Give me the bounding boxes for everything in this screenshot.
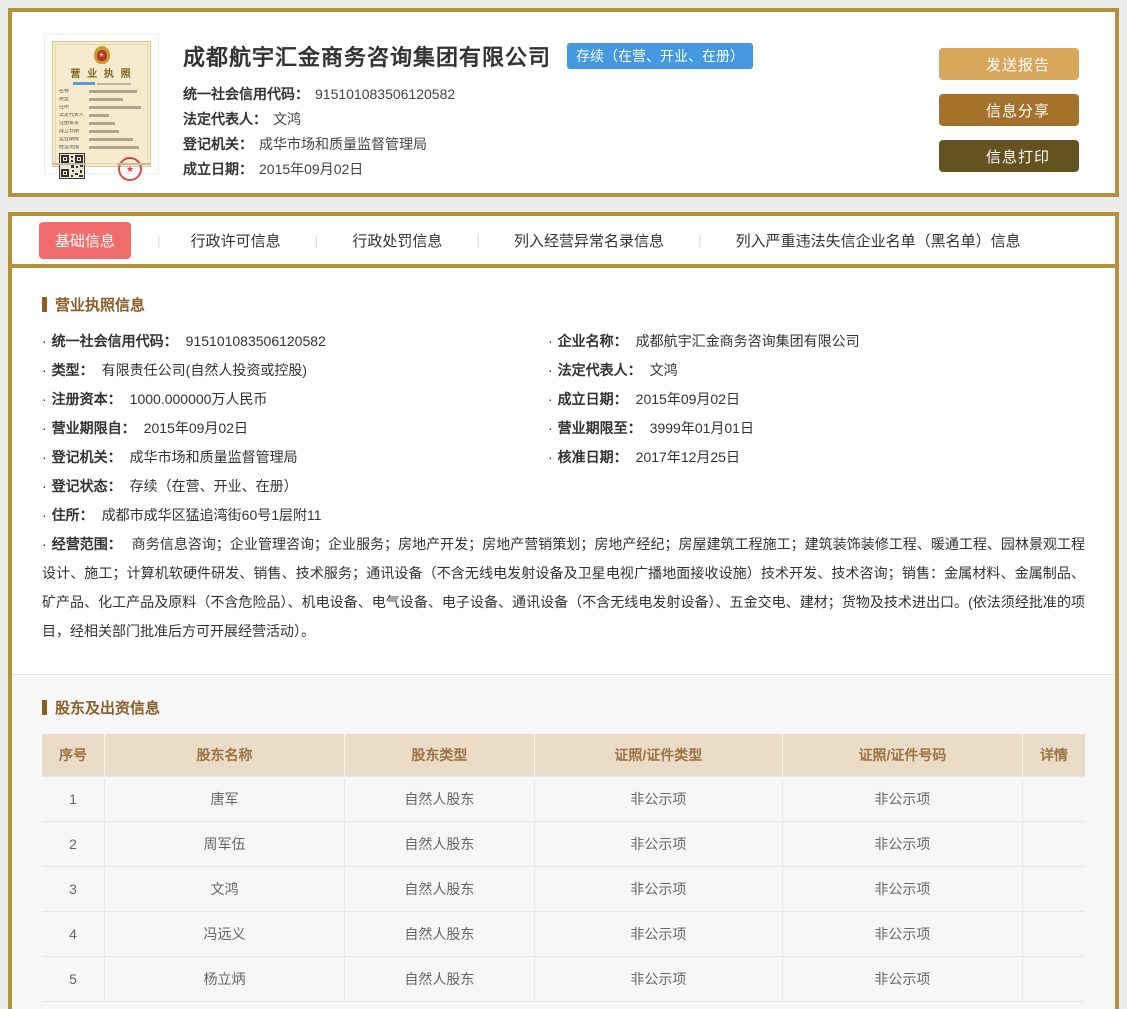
field-credit-code: · 统一社会信用代码： 915101083506120582 bbox=[42, 333, 326, 349]
share-info-button[interactable]: 信息分享 bbox=[939, 94, 1079, 126]
business-license-image: ★ 营 业 执 照 名称 类型 住所 法定代表人 注册资本 成立日期 营业期限 … bbox=[44, 34, 159, 181]
tab-separator: | bbox=[476, 232, 480, 248]
license-title: 营 业 执 照 bbox=[70, 69, 133, 80]
field-registry-authority: · 登记机关： 成华市场和质量监督管理局 bbox=[42, 449, 298, 465]
license-field-rows: 名称 类型 住所 法定代表人 注册资本 成立日期 营业期限 经营范围 bbox=[59, 89, 144, 150]
col-shareholder-type: 股东类型 bbox=[344, 734, 535, 776]
company-credit-page: ★ 营 业 执 照 名称 类型 住所 法定代表人 注册资本 成立日期 营业期限 … bbox=[0, 0, 1127, 1009]
company-header-panel: ★ 营 业 执 照 名称 类型 住所 法定代表人 注册资本 成立日期 营业期限 … bbox=[8, 8, 1119, 197]
shareholders-section: 股东及出资信息 序号 股东名称 股东类型 证照/证件类型 证照/证件号码 详情 bbox=[12, 674, 1115, 1009]
col-shareholder-name: 股东名称 bbox=[104, 734, 345, 776]
table-row: 3 文鸿 自然人股东 非公示项 非公示项 bbox=[42, 865, 1085, 912]
tab-separator: | bbox=[697, 232, 702, 248]
header-field-credit-code: 统一社会信用代码： 915101083506120582 bbox=[183, 86, 456, 102]
field-company-name: · 企业名称： 成都航宇汇金商务咨询集团有限公司 bbox=[548, 333, 860, 349]
tab-admin-license[interactable]: 行政许可信息 bbox=[191, 222, 281, 259]
license-fields-right: · 企业名称： 成都航宇汇金商务咨询集团有限公司 · 法定代表人： 文鸿 · 成立日期： 2… bbox=[548, 327, 1085, 530]
col-cert-number: 证照/证件号码 bbox=[782, 734, 1023, 776]
company-detail-panel: 基础信息 | 行政许可信息 | 行政处罚信息 | 列入经营异常名录信息 | 列入… bbox=[8, 212, 1119, 1009]
tab-abnormal-operations[interactable]: 列入经营异常名录信息 bbox=[514, 222, 664, 259]
tab-bar: 基础信息 | 行政许可信息 | 行政处罚信息 | 列入经营异常名录信息 | 列入… bbox=[12, 216, 1115, 268]
shareholders-section-title: 股东及出资信息 bbox=[42, 697, 1085, 718]
company-summary: 成都航宇汇金商务咨询集团有限公司 存续（在营、开业、在册） 统一社会信用代码： 9… bbox=[183, 34, 754, 177]
field-registered-capital: · 注册资本： 1000.000000万人民币 bbox=[42, 391, 268, 407]
table-row: 2 周军伍 自然人股东 非公示项 非公示项 bbox=[42, 820, 1085, 867]
shareholders-table: 序号 股东名称 股东类型 证照/证件类型 证照/证件号码 详情 1 唐军 自然人股东… bbox=[42, 734, 1085, 1002]
tab-basic-info[interactable]: 基础信息 bbox=[39, 221, 132, 259]
license-subline bbox=[59, 82, 144, 85]
field-term-from: · 营业期限自： 2015年09月02日 bbox=[42, 420, 248, 436]
field-approval-date: · 核准日期： 2017年12月25日 bbox=[548, 449, 740, 465]
section-title-marker bbox=[42, 700, 47, 715]
tab-blacklist[interactable]: 列入严重违法失信企业名单（黑名单）信息 bbox=[736, 222, 1021, 259]
table-header-row: 序号 股东名称 股东类型 证照/证件类型 证照/证件号码 详情 bbox=[42, 734, 1085, 776]
section-title-marker bbox=[42, 297, 47, 312]
send-report-button[interactable]: 发送报告 bbox=[939, 48, 1079, 80]
table-row: 5 杨立炳 自然人股东 非公示项 非公示项 bbox=[42, 955, 1085, 1002]
header-field-registry: 登记机关： 成华市场和质量监督管理局 bbox=[183, 136, 427, 152]
tab-separator: | bbox=[314, 232, 319, 248]
company-name: 成都航宇汇金商务咨询集团有限公司 bbox=[183, 45, 552, 70]
license-info-section: 营业执照信息 · 统一社会信用代码： 915101083506120582 · 类型：… bbox=[12, 268, 1115, 674]
status-badge: 存续（在营、开业、在册） bbox=[567, 43, 754, 69]
field-registration-status: · 登记状态： 存续（在营、开业、在册） bbox=[42, 478, 298, 494]
field-address: · 住所： 成都市成华区猛追湾街60号1层附11 bbox=[42, 507, 322, 523]
field-legal-rep: · 法定代表人： 文鸿 bbox=[548, 362, 678, 378]
qr-code bbox=[59, 153, 85, 179]
field-company-type: · 类型： 有限责任公司(自然人投资或控股) bbox=[42, 362, 307, 378]
action-buttons: 发送报告 信息分享 信息打印 bbox=[939, 48, 1079, 172]
table-row: 1 唐军 自然人股东 非公示项 非公示项 bbox=[42, 775, 1085, 822]
col-index: 序号 bbox=[42, 734, 106, 776]
table-row: 4 冯远义 自然人股东 非公示项 非公示项 bbox=[42, 910, 1085, 957]
field-founded-date: · 成立日期： 2015年09月02日 bbox=[548, 391, 740, 407]
business-license-certificate: ★ 营 业 执 照 名称 类型 住所 法定代表人 注册资本 成立日期 营业期限 … bbox=[52, 41, 151, 181]
license-fields-grid: · 统一社会信用代码： 915101083506120582 · 类型： 有限责任公司(… bbox=[42, 327, 1085, 530]
tab-admin-penalty[interactable]: 行政处罚信息 bbox=[352, 222, 442, 259]
col-detail: 详情 bbox=[1022, 734, 1085, 776]
tab-separator: | bbox=[157, 232, 161, 248]
field-business-scope: · 经营范围： 商务信息咨询；企业管理咨询；企业服务；房地产开发；房地产营销策划；房… bbox=[42, 536, 1085, 639]
license-fields-left: · 统一社会信用代码： 915101083506120582 · 类型： 有限责任公司(… bbox=[42, 327, 548, 530]
national-emblem-icon: ★ bbox=[93, 46, 110, 64]
red-stamp-icon: ★ bbox=[118, 157, 142, 181]
license-info-section-title: 营业执照信息 bbox=[42, 294, 1085, 315]
print-info-button[interactable]: 信息打印 bbox=[939, 140, 1079, 172]
col-cert-type: 证照/证件类型 bbox=[534, 734, 783, 776]
header-field-founded-date: 成立日期： 2015年09月02日 bbox=[183, 161, 364, 177]
field-term-to: · 营业期限至： 3999年01月01日 bbox=[548, 420, 754, 436]
header-field-legal-rep: 法定代表人： 文鸿 bbox=[183, 111, 301, 127]
